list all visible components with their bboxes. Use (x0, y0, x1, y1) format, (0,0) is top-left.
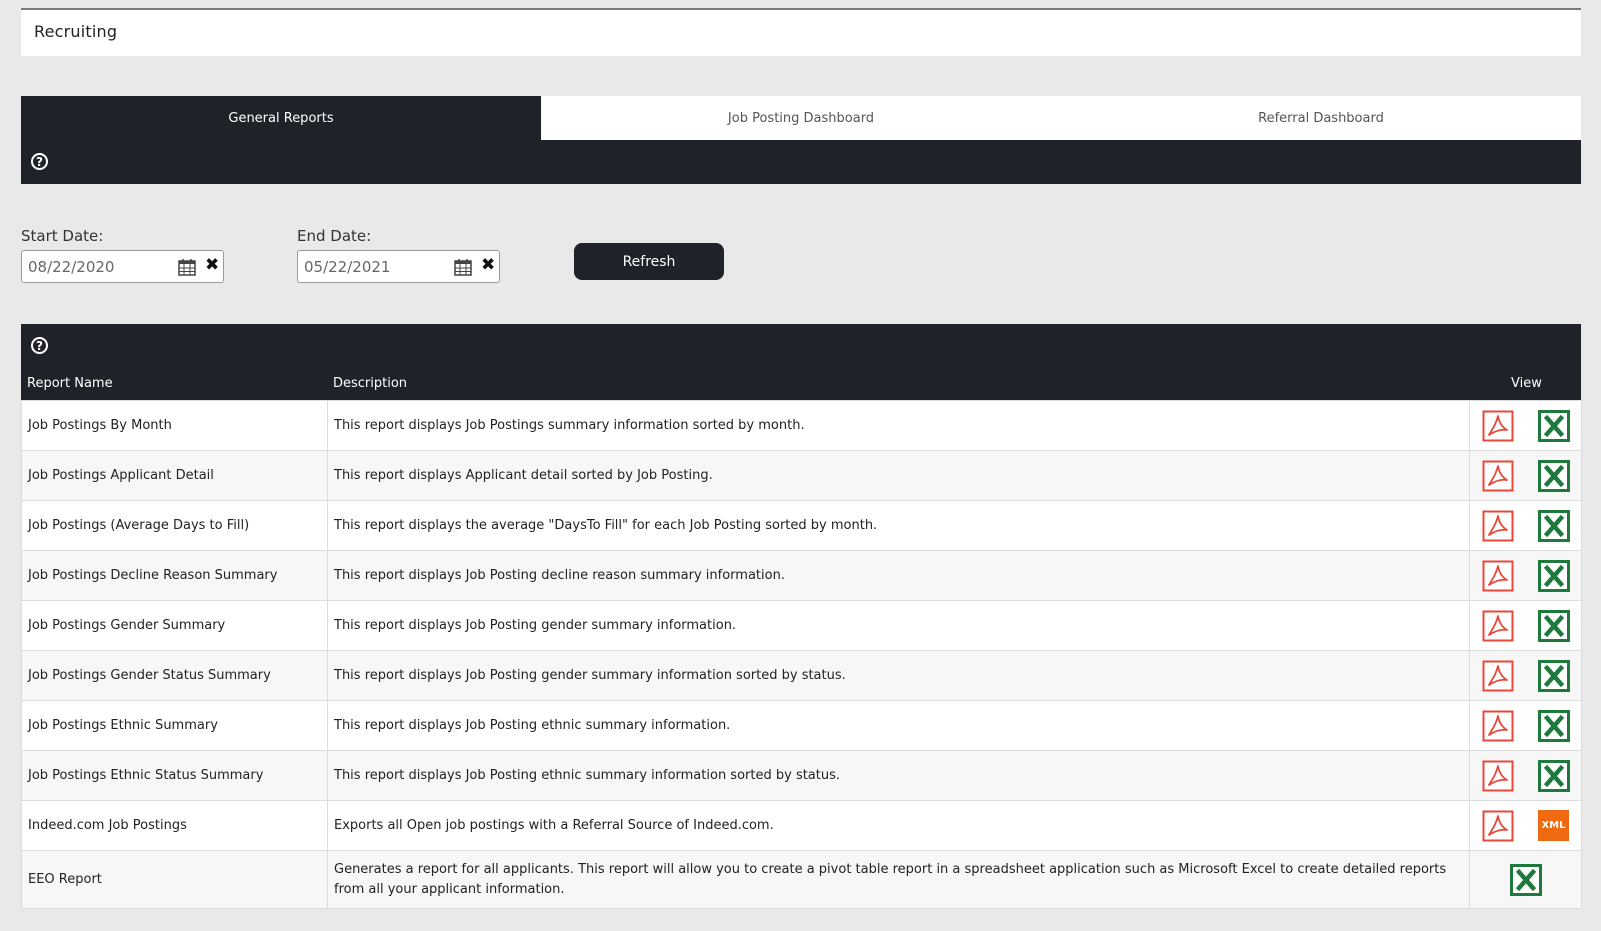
table-row: EEO Report Generates a report for all app… (21, 850, 1582, 909)
column-header-report-name: Report Name (27, 376, 113, 391)
pdf-icon[interactable] (1482, 710, 1514, 742)
view-cell (1469, 450, 1582, 501)
excel-icon[interactable] (1537, 459, 1570, 492)
report-description-cell: This report displays Job Posting gender … (327, 600, 1470, 651)
table-row: Job Postings Applicant Detail This report… (21, 450, 1582, 501)
start-date-field: ✖ (21, 250, 224, 283)
excel-icon[interactable] (1537, 659, 1570, 692)
table-row: Job Postings Decline Reason Summary This … (21, 550, 1582, 601)
column-header-description: Description (333, 376, 408, 391)
report-description-cell: This report displays Job Postings summar… (327, 400, 1470, 451)
clear-icon[interactable]: ✖ (205, 255, 219, 275)
pdf-icon[interactable] (1482, 810, 1514, 842)
pdf-icon[interactable] (1482, 560, 1514, 592)
pdf-icon[interactable] (1482, 660, 1514, 692)
column-header-view: View (1511, 376, 1542, 391)
report-name-cell: Job Postings Gender Status Summary (21, 650, 328, 701)
view-cell (1469, 500, 1582, 551)
table-row: Job Postings (Average Days to Fill) This … (21, 500, 1582, 551)
view-cell (1469, 850, 1582, 909)
excel-icon[interactable] (1537, 559, 1570, 592)
report-description-cell: This report displays Job Posting gender … (327, 650, 1470, 701)
view-cell (1469, 550, 1582, 601)
report-name-cell: Job Postings Decline Reason Summary (21, 550, 328, 601)
table-row: Job Postings Ethnic Status Summary This r… (21, 750, 1582, 801)
tab-bar: General Reports Job Posting Dashboard Re… (21, 96, 1581, 140)
reports-table: ? Report Name Description View Job Posti… (21, 324, 1582, 909)
start-date-input[interactable] (26, 256, 170, 277)
start-date-label: Start Date: (21, 227, 104, 245)
report-description-cell: This report displays Job Posting ethnic … (327, 750, 1470, 801)
report-name-cell: Job Postings Ethnic Summary (21, 700, 328, 751)
clear-icon[interactable]: ✖ (481, 255, 495, 275)
table-row: Job Postings Ethnic Summary This report d… (21, 700, 1582, 751)
view-cell (1469, 650, 1582, 701)
tab-general-reports[interactable]: General Reports (21, 96, 541, 140)
view-cell (1469, 400, 1582, 451)
report-name-cell: Job Postings Ethnic Status Summary (21, 750, 328, 801)
help-icon[interactable]: ? (31, 153, 48, 170)
calendar-icon[interactable] (178, 258, 196, 276)
excel-icon[interactable] (1537, 409, 1570, 442)
report-name-cell: Job Postings (Average Days to Fill) (21, 500, 328, 551)
excel-icon[interactable] (1537, 509, 1570, 542)
report-name-cell: Job Postings Gender Summary (21, 600, 328, 651)
view-cell (1469, 600, 1582, 651)
end-date-label: End Date: (297, 227, 372, 245)
tab-job-posting-dashboard[interactable]: Job Posting Dashboard (541, 96, 1061, 140)
view-cell (1469, 700, 1582, 751)
table-row: Indeed.com Job Postings Exports all Open … (21, 800, 1582, 851)
report-name-cell: Job Postings Applicant Detail (21, 450, 328, 501)
excel-icon[interactable] (1509, 863, 1542, 896)
report-description-cell: This report displays Applicant detail so… (327, 450, 1470, 501)
xml-icon[interactable]: XML (1538, 810, 1569, 841)
calendar-icon[interactable] (454, 258, 472, 276)
pdf-icon[interactable] (1482, 610, 1514, 642)
report-description-cell: This report displays Job Posting decline… (327, 550, 1470, 601)
pdf-icon[interactable] (1482, 510, 1514, 542)
help-icon[interactable]: ? (31, 337, 48, 354)
excel-icon[interactable] (1537, 609, 1570, 642)
report-description-cell: Exports all Open job postings with a Ref… (327, 800, 1470, 851)
help-bar: ? (21, 140, 1581, 184)
table-row: Job Postings Gender Summary This report d… (21, 600, 1582, 651)
tab-referral-dashboard[interactable]: Referral Dashboard (1061, 96, 1581, 140)
page-header: Recruiting (21, 8, 1581, 56)
report-description-cell: Generates a report for all applicants. T… (327, 850, 1470, 909)
excel-icon[interactable] (1537, 759, 1570, 792)
table-header: ? Report Name Description View (21, 324, 1581, 400)
view-cell: XML (1469, 800, 1582, 851)
report-name-cell: Indeed.com Job Postings (21, 800, 328, 851)
table-row: Job Postings Gender Status Summary This r… (21, 650, 1582, 701)
pdf-icon[interactable] (1482, 760, 1514, 792)
pdf-icon[interactable] (1482, 460, 1514, 492)
excel-icon[interactable] (1537, 709, 1570, 742)
table-row: Job Postings By Month This report display… (21, 400, 1582, 451)
refresh-button[interactable]: Refresh (574, 243, 724, 280)
pdf-icon[interactable] (1482, 410, 1514, 442)
report-name-cell: EEO Report (21, 850, 328, 909)
report-description-cell: This report displays the average "DaysTo… (327, 500, 1470, 551)
report-name-cell: Job Postings By Month (21, 400, 328, 451)
report-description-cell: This report displays Job Posting ethnic … (327, 700, 1470, 751)
reports-table-body: Job Postings By Month This report display… (21, 400, 1582, 909)
page-title: Recruiting (34, 22, 118, 41)
end-date-input[interactable] (302, 256, 446, 277)
end-date-field: ✖ (297, 250, 500, 283)
view-cell (1469, 750, 1582, 801)
